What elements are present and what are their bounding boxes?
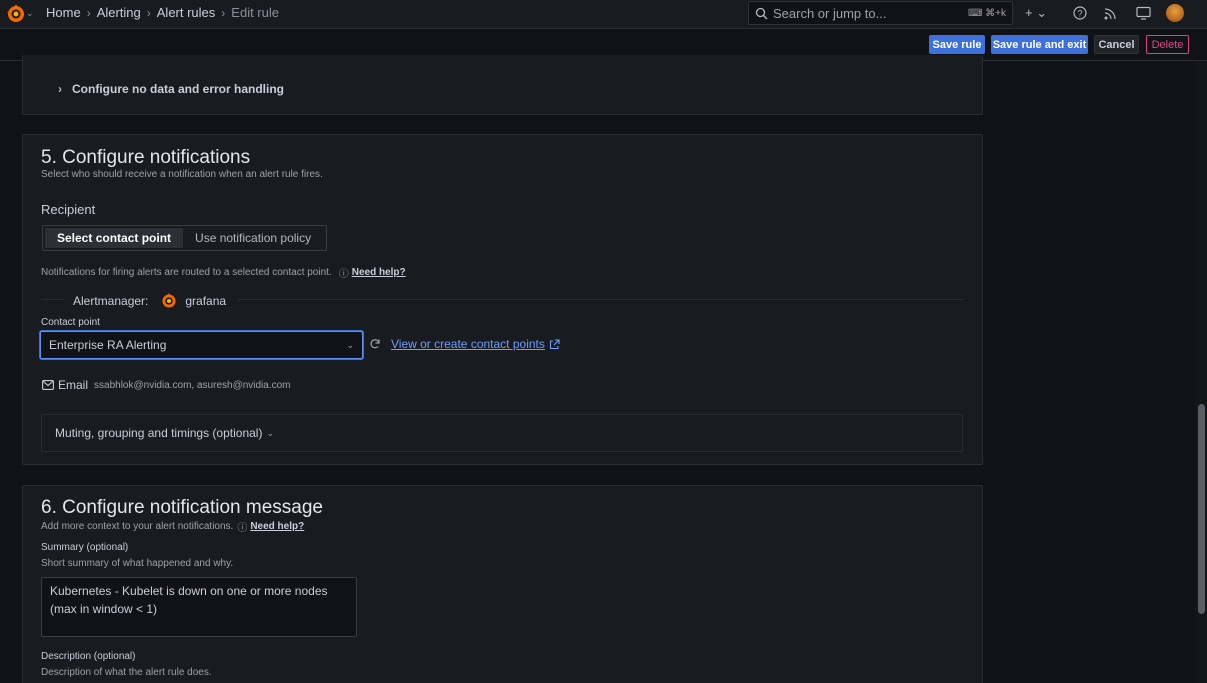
breadcrumb-current: Edit rule — [231, 5, 279, 20]
alertmanager-value: grafana — [185, 294, 227, 308]
alertmanager-label: Alertmanager: — [73, 294, 149, 308]
section-5-title: 5. Configure notifications — [41, 147, 251, 168]
email-addresses: ssabhlok@nvidia.com, asuresh@nvidia.com — [94, 379, 291, 391]
avatar[interactable] — [1166, 4, 1184, 22]
email-label: Email — [58, 378, 89, 392]
svg-text:?: ? — [1077, 9, 1082, 19]
search-input[interactable]: Search or jump to... ⌨ ⌘+k — [748, 1, 1013, 25]
alertmanager-row: Alertmanager: grafana — [73, 292, 226, 310]
view-create-contact-points[interactable]: View or create contact points — [391, 337, 560, 351]
routing-info: Notifications for firing alerts are rout… — [41, 265, 406, 280]
tab-use-notification-policy[interactable]: Use notification policy — [183, 228, 323, 248]
divider-right — [238, 299, 963, 300]
section-6-subtitle: Add more context to your alert notificat… — [41, 521, 234, 532]
tab-select-contact-point[interactable]: Select contact point — [45, 228, 184, 248]
recipient-label: Recipient — [41, 202, 96, 217]
monitor-icon[interactable] — [1136, 6, 1151, 20]
summary-hint: Short summary of what happened and why. — [41, 558, 234, 569]
section-5-subtitle: Select who should receive a notification… — [41, 169, 323, 180]
help-icon: ⓘ — [338, 269, 349, 280]
rss-icon[interactable] — [1104, 7, 1117, 20]
summary-label: Summary (optional) — [41, 542, 129, 553]
routing-text: Notifications for firing alerts are rout… — [41, 267, 332, 278]
chevron-down-icon: ⌄ — [346, 339, 354, 350]
shortcut-text: ⌘+k — [985, 7, 1006, 19]
grafana-logo-icon[interactable] — [5, 3, 27, 25]
recipient-toggle: Select contact point Use notification po… — [42, 225, 327, 251]
muting-grouping-timings-label: Muting, grouping and timings (optional) — [55, 426, 263, 440]
save-rule-and-exit-button[interactable]: Save rule and exit — [991, 35, 1088, 54]
breadcrumb-home[interactable]: Home — [46, 5, 81, 20]
chevron-down-icon: ⌄ — [266, 427, 274, 438]
keyboard-shortcut: ⌨ ⌘+k — [968, 8, 1006, 19]
section-6-subtitle-row: Add more context to your alert notificat… — [41, 519, 304, 534]
chevron-right-icon: › — [146, 5, 151, 20]
contact-point-value: Enterprise RA Alerting — [49, 338, 167, 352]
chevron-right-icon: › — [221, 5, 226, 20]
breadcrumb-alert-rules[interactable]: Alert rules — [157, 5, 216, 20]
description-hint: Description of what the alert rule does. — [41, 667, 212, 678]
external-link-icon — [549, 338, 560, 349]
help-icon[interactable]: ? — [1073, 6, 1087, 20]
delete-button[interactable]: Delete — [1146, 35, 1189, 54]
no-data-error-handling-toggle[interactable]: › Configure no data and error handling — [58, 82, 284, 96]
muting-grouping-timings-toggle[interactable]: Muting, grouping and timings (optional) … — [41, 414, 963, 452]
chevron-right-icon: › — [58, 82, 62, 96]
contact-point-select[interactable]: Enterprise RA Alerting ⌄ — [40, 331, 363, 359]
need-help-link[interactable]: Need help? — [352, 267, 406, 278]
breadcrumb-alerting[interactable]: Alerting — [97, 5, 141, 20]
description-label: Description (optional) — [41, 651, 136, 662]
no-data-error-handling-label: Configure no data and error handling — [72, 82, 285, 96]
plus-icon[interactable]: + ⌄ — [1025, 5, 1047, 21]
refresh-icon[interactable] — [369, 338, 381, 350]
search-placeholder: Search or jump to... — [773, 5, 887, 21]
keyboard-icon: ⌨ — [967, 7, 983, 19]
contact-point-label: Contact point — [41, 317, 100, 328]
help-icon: ⓘ — [237, 523, 248, 534]
search-icon — [755, 7, 768, 19]
view-create-contact-points-link[interactable]: View or create contact points — [391, 337, 545, 351]
email-integration: Email ssabhlok@nvidia.com, asuresh@nvidi… — [42, 378, 291, 392]
grafana-logo-icon — [162, 292, 176, 308]
cancel-button[interactable]: Cancel — [1094, 35, 1139, 54]
divider-left — [41, 299, 64, 300]
top-nav-bar: ⌄ Home › Alerting › Alert rules › Edit r… — [0, 0, 1207, 29]
summary-textarea[interactable]: Kubernetes - Kubelet is down on one or m… — [41, 577, 357, 637]
save-rule-button[interactable]: Save rule — [929, 35, 985, 54]
chevron-right-icon: › — [86, 5, 91, 20]
section-6-title: 6. Configure notification message — [41, 497, 323, 518]
need-help-link[interactable]: Need help? — [250, 521, 304, 532]
chevron-down-icon[interactable]: ⌄ — [26, 8, 34, 19]
scrollbar-thumb[interactable] — [1198, 404, 1205, 614]
breadcrumb: Home › Alerting › Alert rules › Edit rul… — [46, 5, 279, 20]
mail-icon — [42, 380, 54, 390]
